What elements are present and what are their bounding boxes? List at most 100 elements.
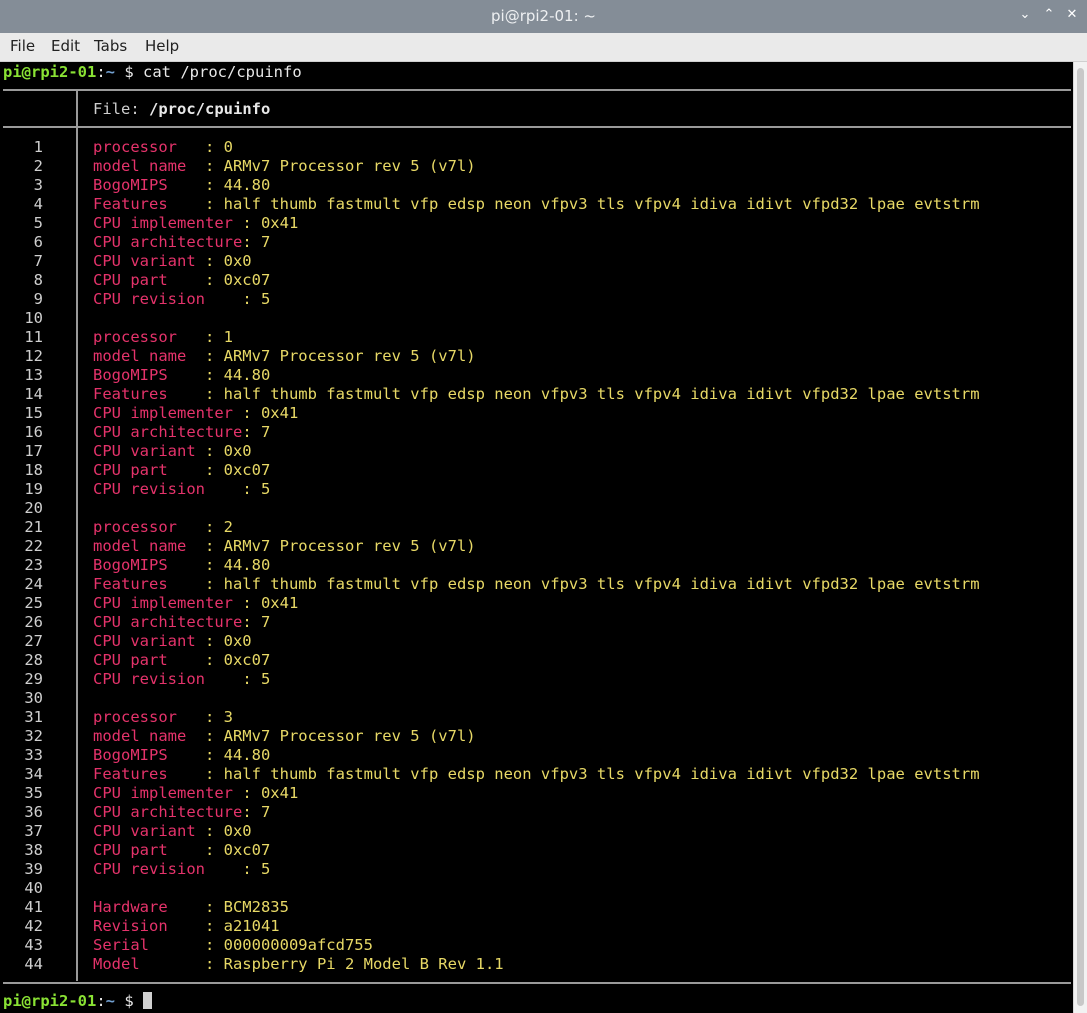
line-content: model name : ARMv7 Processor rev 5 (v7l) [93,157,476,176]
prompt-path: ~ [105,992,116,1010]
line-number: 8 [33,271,43,289]
line-number: 42 [24,917,43,935]
file-line: 41 Hardware : BCM2835 [0,898,1073,917]
file-line: 12 model name : ARMv7 Processor rev 5 (v7… [0,347,1073,366]
field-value: : 0 [204,138,233,156]
field-key: model name [93,347,205,365]
menu-file[interactable]: File [10,37,35,55]
field-value: : 2 [204,518,233,536]
file-line: 43 Serial : 000000009afcd755 [0,936,1073,955]
line-content: Features : half thumb fastmult vfp edsp … [93,385,980,404]
line-content: CPU part : 0xc07 [93,651,270,670]
line-number: 15 [24,404,43,422]
field-value: : ARMv7 Processor rev 5 (v7l) [204,537,476,555]
field-key: CPU architecture [93,613,243,631]
line-content: Features : half thumb fastmult vfp edsp … [93,575,980,594]
field-value: : 0x41 [242,214,299,232]
close-icon[interactable]: ✕ [1064,7,1080,25]
line-number: 4 [33,195,43,213]
chevron-up-icon[interactable]: ⌃ [1041,7,1057,25]
field-value: : ARMv7 Processor rev 5 (v7l) [204,727,476,745]
line-number: 44 [24,955,43,973]
field-value: : 5 [242,290,271,308]
window-titlebar[interactable]: pi@rpi2-01: ~ ⌄ ⌃ ✕ [0,0,1087,33]
line-content: Revision : a21041 [93,917,280,936]
field-key: CPU implementer [93,404,243,422]
field-value: : 44.80 [204,556,271,574]
command-line: pi@rpi2-01:~ $ cat /proc/cpuinfo [3,63,302,82]
file-line: 2 model name : ARMv7 Processor rev 5 (v7l… [0,157,1073,176]
menu-bar: File Edit Tabs Help [0,33,1087,62]
line-number: 13 [24,366,43,384]
field-key: CPU revision [93,290,243,308]
file-line: 5 CPU implementer : 0x41 [0,214,1073,233]
field-value: : 1 [204,328,233,346]
field-value: : 7 [242,613,271,631]
text-cursor [143,992,153,1009]
field-value: : 5 [242,670,271,688]
line-content: CPU revision : 5 [93,480,270,499]
scrollbar-thumb[interactable] [1077,68,1084,1006]
file-line: 40 [0,879,1073,898]
menu-tabs[interactable]: Tabs [94,37,127,55]
file-line: 8 CPU part : 0xc07 [0,271,1073,290]
scrollbar[interactable] [1073,62,1087,1013]
file-line: 31 processor : 3 [0,708,1073,727]
file-line: 4 Features : half thumb fastmult vfp edsp… [0,195,1073,214]
field-value: : 7 [242,423,271,441]
line-content: BogoMIPS : 44.80 [93,556,270,575]
line-number: 24 [24,575,43,593]
file-line: 23 BogoMIPS : 44.80 [0,556,1073,575]
line-content: CPU architecture: 7 [93,613,270,632]
field-value: : 0x0 [204,252,252,270]
file-path: /proc/cpuinfo [149,100,271,118]
field-value: : 44.80 [204,746,271,764]
line-number: 36 [24,803,43,821]
field-key: CPU part [93,271,205,289]
line-number: 35 [24,784,43,802]
chevron-down-icon[interactable]: ⌄ [1017,7,1033,25]
line-content: CPU architecture: 7 [93,803,270,822]
line-content: Hardware : BCM2835 [93,898,289,917]
line-content: BogoMIPS : 44.80 [93,366,270,385]
field-value: : ARMv7 Processor rev 5 (v7l) [204,157,476,175]
file-line: 3 BogoMIPS : 44.80 [0,176,1073,195]
line-number: 38 [24,841,43,859]
field-value: : 5 [242,480,271,498]
field-key: BogoMIPS [93,556,205,574]
line-content: processor : 1 [93,328,233,347]
field-value: : 0x0 [204,632,252,650]
field-value: : 0xc07 [204,651,271,669]
line-number: 10 [24,309,43,327]
terminal-area[interactable]: pi@rpi2-01:~ $ cat /proc/cpuinfo File: /… [0,62,1073,1013]
window-title: pi@rpi2-01: ~ [491,7,596,25]
line-number: 2 [33,157,43,175]
line-number: 29 [24,670,43,688]
field-value: : 44.80 [204,366,271,384]
line-number: 12 [24,347,43,365]
line-number: 3 [33,176,43,194]
field-key: Features [93,765,205,783]
field-key: CPU revision [93,670,243,688]
field-value: : 0x0 [204,822,252,840]
field-key: CPU implementer [93,784,243,802]
menu-help[interactable]: Help [145,37,179,55]
line-content: CPU variant : 0x0 [93,632,252,651]
field-key: CPU architecture [93,423,243,441]
file-line: 32 model name : ARMv7 Processor rev 5 (v7… [0,727,1073,746]
field-key: CPU implementer [93,594,243,612]
file-header: File: /proc/cpuinfo [93,100,270,119]
line-content: BogoMIPS : 44.80 [93,176,270,195]
field-key: CPU revision [93,480,243,498]
menu-edit[interactable]: Edit [51,37,80,55]
field-key: BogoMIPS [93,366,205,384]
line-number: 39 [24,860,43,878]
file-line: 21 processor : 2 [0,518,1073,537]
field-value: : 0xc07 [204,461,271,479]
line-content: processor : 2 [93,518,233,537]
field-value: : 0x41 [242,594,299,612]
prompt-separator: : [96,63,106,81]
field-key: CPU implementer [93,214,243,232]
line-content: CPU variant : 0x0 [93,252,252,271]
field-value: : 0x41 [242,784,299,802]
